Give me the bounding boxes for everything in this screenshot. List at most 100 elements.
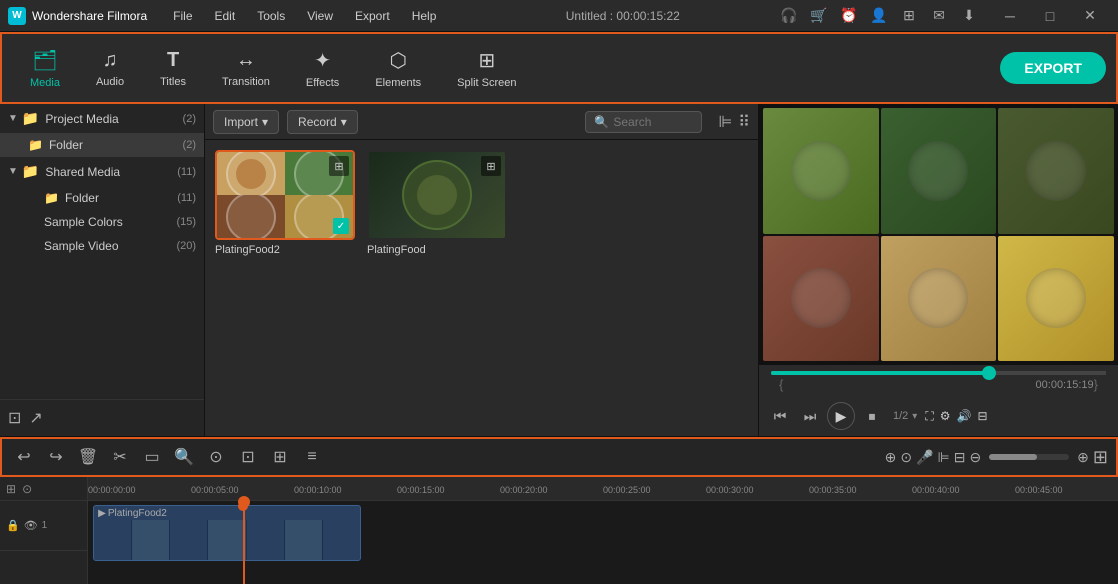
ruler-track-header: ⊞ ⊙ bbox=[0, 477, 87, 501]
folder-icon: 📁 bbox=[28, 138, 43, 152]
preview-progress: { 00:00:15:19 } bbox=[759, 365, 1118, 396]
import-label: Import bbox=[224, 115, 258, 129]
crop-button[interactable]: ▭ bbox=[138, 443, 166, 471]
left-panel: ▼ 📁 Project Media (2) 📁 Folder (2) ▼ 📁 S… bbox=[0, 104, 205, 436]
play-button[interactable]: ▶ bbox=[827, 402, 855, 430]
zoom-button[interactable]: 🔍 bbox=[170, 443, 198, 471]
settings-icon[interactable]: ⚙ bbox=[940, 409, 951, 423]
grid-icon[interactable]: ⊞ bbox=[896, 3, 922, 29]
delete-button[interactable]: 🗑 bbox=[74, 443, 102, 471]
filter-icon[interactable]: ⊫ bbox=[718, 112, 732, 132]
toolbar-effects[interactable]: ✦ Effects bbox=[288, 40, 357, 97]
color-button[interactable]: ⊙ bbox=[202, 443, 230, 471]
menu-file[interactable]: File bbox=[163, 6, 202, 26]
eye-icon[interactable]: 👁 bbox=[24, 519, 38, 532]
toolbar-titles[interactable]: T Titles bbox=[142, 41, 204, 96]
track-link-icon[interactable]: ⊙ bbox=[22, 482, 32, 496]
progress-fill bbox=[771, 371, 989, 375]
zoom-out-icon[interactable]: ⊖ bbox=[969, 449, 981, 466]
shared-media-folder-item[interactable]: 📁 Folder (11) bbox=[0, 186, 204, 210]
close-button[interactable]: ✕ bbox=[1070, 0, 1110, 32]
step-back-button[interactable]: ⏮ bbox=[767, 403, 793, 429]
voiceover-icon[interactable]: ⊫ bbox=[938, 449, 950, 466]
export-button[interactable]: EXPORT bbox=[1000, 52, 1106, 84]
menu-edit[interactable]: Edit bbox=[205, 6, 246, 26]
media-grid: ⊞ ✓ PlatingFood2 ⊞ PlatingFood bbox=[205, 140, 758, 436]
mic-icon[interactable]: 🎤 bbox=[916, 449, 933, 466]
search-icon: 🔍 bbox=[594, 115, 609, 129]
settings-button[interactable]: ≡ bbox=[298, 443, 326, 471]
toolbar-split-screen[interactable]: ⊞ Split Screen bbox=[439, 40, 534, 97]
center-panel: Import ▾ Record ▾ 🔍 ⊫ ⠿ bbox=[205, 104, 758, 436]
panel-icon-1[interactable]: ⊡ bbox=[8, 408, 21, 428]
fullscreen-timeline-icon[interactable]: ⊞ bbox=[1093, 447, 1108, 468]
toolbar-audio[interactable]: ♫ Audio bbox=[78, 41, 142, 96]
audio-settings-icon[interactable]: ⊟ bbox=[977, 409, 987, 423]
media-item-plating-food[interactable]: ⊞ PlatingFood bbox=[367, 150, 507, 256]
snap-icon[interactable]: ⊕ bbox=[885, 449, 897, 466]
fullscreen-icon[interactable]: ⛶ bbox=[925, 409, 933, 424]
main-area: ▼ 📁 Project Media (2) 📁 Folder (2) ▼ 📁 S… bbox=[0, 104, 1118, 436]
cart-icon[interactable]: 🛒 bbox=[806, 3, 832, 29]
panel-icon-2[interactable]: ↗ bbox=[29, 408, 42, 428]
preview-cell-4 bbox=[763, 236, 879, 362]
shared-media-title: Shared Media bbox=[45, 165, 177, 179]
audio-icon: ♫ bbox=[103, 49, 118, 72]
pip-button[interactable]: ⊞ bbox=[266, 443, 294, 471]
sample-colors-item[interactable]: Sample Colors (15) bbox=[0, 210, 204, 234]
track-number: 1 bbox=[42, 520, 48, 531]
menu-bar: File Edit Tools View Export Help bbox=[163, 6, 469, 26]
search-box[interactable]: 🔍 bbox=[585, 111, 702, 133]
menu-export[interactable]: Export bbox=[345, 6, 400, 26]
maximize-button[interactable]: □ bbox=[1030, 0, 1070, 32]
menu-tools[interactable]: Tools bbox=[247, 6, 295, 26]
lock-icon[interactable]: 🔒 bbox=[6, 519, 20, 532]
track-add-icon[interactable]: ⊞ bbox=[6, 482, 16, 496]
clock-icon[interactable]: ⏰ bbox=[836, 3, 862, 29]
timeline-toolbar: ↩ ↪ 🗑 ✂ ▭ 🔍 ⊙ ⊡ ⊞ ≡ ⊕ ⊙ 🎤 ⊫ ⊟ ⊖ ⊕ ⊞ bbox=[0, 437, 1118, 477]
video-clip[interactable]: ▶ PlatingFood2 bbox=[93, 505, 361, 561]
stop-button[interactable]: ⏹ bbox=[859, 403, 885, 429]
media-icon: 🗂 bbox=[32, 48, 57, 73]
playhead[interactable] bbox=[243, 501, 245, 584]
minimize-button[interactable]: ─ bbox=[990, 0, 1030, 32]
plating-food-label: PlatingFood bbox=[367, 244, 507, 256]
thumb-expand-icon-2: ⊞ bbox=[481, 156, 501, 176]
download-icon[interactable]: ⬇ bbox=[956, 3, 982, 29]
toolbar-elements[interactable]: ⬡ Elements bbox=[357, 40, 439, 97]
split-screen-label: Split Screen bbox=[457, 77, 516, 89]
shield-icon[interactable]: ⊙ bbox=[900, 449, 912, 466]
undo-button[interactable]: ↩ bbox=[10, 443, 38, 471]
grid-view-icon[interactable]: ⠿ bbox=[738, 112, 750, 132]
sample-video-count: (20) bbox=[176, 240, 196, 252]
headphones-icon[interactable]: 🎧 bbox=[776, 3, 802, 29]
toolbar-transition[interactable]: ↔ Transition bbox=[204, 41, 288, 96]
split-button[interactable]: ⊡ bbox=[234, 443, 262, 471]
search-input[interactable] bbox=[613, 115, 693, 129]
toolbar-media[interactable]: 🗂 Media bbox=[12, 40, 78, 97]
project-media-folder-item[interactable]: 📁 Folder (2) bbox=[0, 133, 204, 157]
media-item-plating-food-2[interactable]: ⊞ ✓ PlatingFood2 bbox=[215, 150, 355, 256]
prev-frame-button[interactable]: ⏭ bbox=[797, 403, 823, 429]
screen-icon[interactable]: ⊟ bbox=[954, 449, 966, 466]
volume-icon[interactable]: 🔊 bbox=[957, 409, 972, 423]
bracket-left-icon[interactable]: { bbox=[779, 377, 783, 392]
mail-icon[interactable]: ✉ bbox=[926, 3, 952, 29]
media-toolbar: 🗂 Media ♫ Audio T Titles ↔ Transition ✦ … bbox=[0, 32, 1118, 104]
progress-handle[interactable] bbox=[982, 366, 996, 380]
user-icon[interactable]: 👤 bbox=[866, 3, 892, 29]
shared-folder-label: Folder bbox=[65, 191, 177, 205]
redo-button[interactable]: ↪ bbox=[42, 443, 70, 471]
menu-view[interactable]: View bbox=[297, 6, 343, 26]
menu-help[interactable]: Help bbox=[402, 6, 447, 26]
project-media-header[interactable]: ▼ 📁 Project Media (2) bbox=[0, 104, 204, 133]
progress-bar[interactable] bbox=[771, 371, 1106, 375]
clip-filmstrip bbox=[94, 520, 360, 561]
sample-video-item[interactable]: Sample Video (20) bbox=[0, 234, 204, 258]
import-dropdown[interactable]: Import ▾ bbox=[213, 110, 279, 134]
cut-button[interactable]: ✂ bbox=[106, 443, 134, 471]
record-dropdown[interactable]: Record ▾ bbox=[287, 110, 358, 134]
shared-media-header[interactable]: ▼ 📁 Shared Media (11) bbox=[0, 157, 204, 186]
zoom-in-icon[interactable]: ⊕ bbox=[1077, 449, 1089, 466]
bracket-right-icon[interactable]: } bbox=[1094, 377, 1098, 392]
